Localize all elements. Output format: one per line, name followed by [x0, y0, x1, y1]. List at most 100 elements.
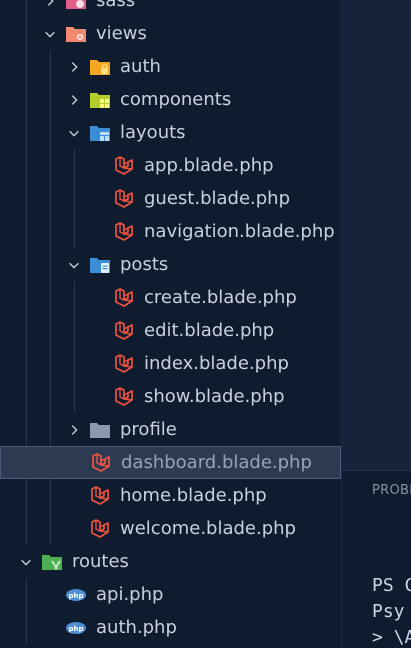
tree-folder[interactable]: views	[0, 17, 341, 50]
posts-folder-icon	[88, 253, 112, 277]
tree-file[interactable]: navigation.blade.php	[0, 215, 341, 248]
tree-file[interactable]: guest.blade.php	[0, 182, 341, 215]
tree-item-label: create.blade.php	[144, 287, 297, 308]
indent-guide	[26, 116, 27, 149]
tree-folder[interactable]: routes	[0, 545, 341, 578]
layouts-folder-icon	[88, 121, 112, 145]
folder-icon	[88, 418, 112, 442]
indent-guide	[26, 512, 27, 545]
tree-item-label: home.blade.php	[120, 485, 267, 506]
tree-file[interactable]: php auth.php	[0, 611, 341, 644]
indent-guide	[26, 578, 27, 611]
php-icon: php	[64, 616, 88, 640]
tree-item-label: auth.php	[96, 617, 177, 638]
indent-guide	[26, 380, 27, 413]
file-explorer: sass views auth components layouts app.blade.…	[0, 0, 342, 648]
chevron-down-icon[interactable]	[64, 123, 84, 143]
terminal-line: Psy	[372, 601, 405, 622]
laravel-icon	[112, 187, 136, 211]
tree-folder[interactable]: profile	[0, 413, 341, 446]
indent-guide	[74, 182, 75, 215]
indent-guide	[74, 380, 75, 413]
terminal-line: > \A	[372, 627, 411, 648]
tree-folder[interactable]: layouts	[0, 116, 341, 149]
laravel-icon	[112, 319, 136, 343]
indent-guide	[74, 314, 75, 347]
tree-folder[interactable]: components	[0, 83, 341, 116]
indent-guide	[26, 281, 27, 314]
tree-file[interactable]: dashboard.blade.php	[0, 446, 341, 479]
tree-item-label: api.php	[96, 584, 164, 605]
indent-guide	[50, 83, 51, 116]
tree-item-label: index.blade.php	[144, 353, 289, 374]
indent-guide	[26, 0, 27, 17]
tree-folder[interactable]: posts	[0, 248, 341, 281]
indent-guide	[26, 248, 27, 281]
tree-item-label: show.blade.php	[144, 386, 285, 407]
tree-file[interactable]: welcome.blade.php	[0, 512, 341, 545]
laravel-icon	[112, 154, 136, 178]
sass-folder-icon	[64, 0, 88, 13]
chevron-right-icon[interactable]	[64, 420, 84, 440]
tree-file[interactable]: edit.blade.php	[0, 314, 341, 347]
tree-file[interactable]: app.blade.php	[0, 149, 341, 182]
chevron-down-icon[interactable]	[64, 255, 84, 275]
tree-file[interactable]: index.blade.php	[0, 347, 341, 380]
tree-file[interactable]: php api.php	[0, 578, 341, 611]
indent-guide	[26, 83, 27, 116]
indent-guide	[26, 314, 27, 347]
indent-guide	[26, 413, 27, 446]
chevron-right-icon[interactable]	[40, 0, 60, 11]
tree-item-label: sass	[96, 0, 136, 11]
tree-item-label: auth	[120, 56, 161, 77]
indent-guide	[27, 447, 28, 478]
terminal-line: PS C	[372, 575, 411, 596]
bottom-panel: PROBLEMS PS C Psy > \A	[342, 470, 411, 648]
indent-guide	[26, 611, 27, 644]
problems-tab[interactable]: PROBLEMS	[372, 483, 411, 498]
indent-guide	[50, 116, 51, 149]
indent-guide	[26, 479, 27, 512]
chevron-right-icon[interactable]	[64, 90, 84, 110]
indent-guide	[26, 50, 27, 83]
indent-guide	[50, 347, 51, 380]
laravel-icon	[112, 286, 136, 310]
laravel-icon	[112, 385, 136, 409]
indent-guide	[26, 215, 27, 248]
indent-guide	[50, 314, 51, 347]
svg-text:php: php	[68, 592, 83, 600]
chevron-down-icon[interactable]	[16, 552, 36, 572]
tree-file[interactable]: show.blade.php	[0, 380, 341, 413]
editor-area[interactable]	[342, 0, 411, 470]
laravel-icon	[112, 220, 136, 244]
laravel-icon	[88, 484, 112, 508]
chevron-down-icon[interactable]	[40, 24, 60, 44]
components-folder-icon	[88, 88, 112, 112]
indent-guide	[50, 182, 51, 215]
tree-item-label: views	[96, 23, 147, 44]
tree-file[interactable]: create.blade.php	[0, 281, 341, 314]
tree-item-label: app.blade.php	[144, 155, 274, 176]
tree-item-label: guest.blade.php	[144, 188, 291, 209]
views-folder-icon	[64, 22, 88, 46]
indent-guide	[50, 50, 51, 83]
tree-item-label: profile	[120, 419, 177, 440]
indent-guide	[50, 281, 51, 314]
tree-item-label: routes	[72, 551, 129, 572]
indent-guide	[74, 347, 75, 380]
indent-guide	[74, 149, 75, 182]
tree-item-label: edit.blade.php	[144, 320, 275, 341]
indent-guide	[26, 182, 27, 215]
tree-folder[interactable]: sass	[0, 0, 341, 17]
tree-item-label: layouts	[120, 122, 186, 143]
chevron-right-icon[interactable]	[64, 57, 84, 77]
indent-guide	[26, 347, 27, 380]
vscode-window: sass views auth components layouts app.blade.…	[0, 0, 411, 648]
tree-item-label: navigation.blade.php	[144, 221, 335, 242]
tree-file[interactable]: home.blade.php	[0, 479, 341, 512]
svg-text:php: php	[68, 625, 83, 633]
laravel-icon	[88, 517, 112, 541]
indent-guide	[50, 479, 51, 512]
tree-folder[interactable]: auth	[0, 50, 341, 83]
laravel-icon	[89, 451, 113, 475]
